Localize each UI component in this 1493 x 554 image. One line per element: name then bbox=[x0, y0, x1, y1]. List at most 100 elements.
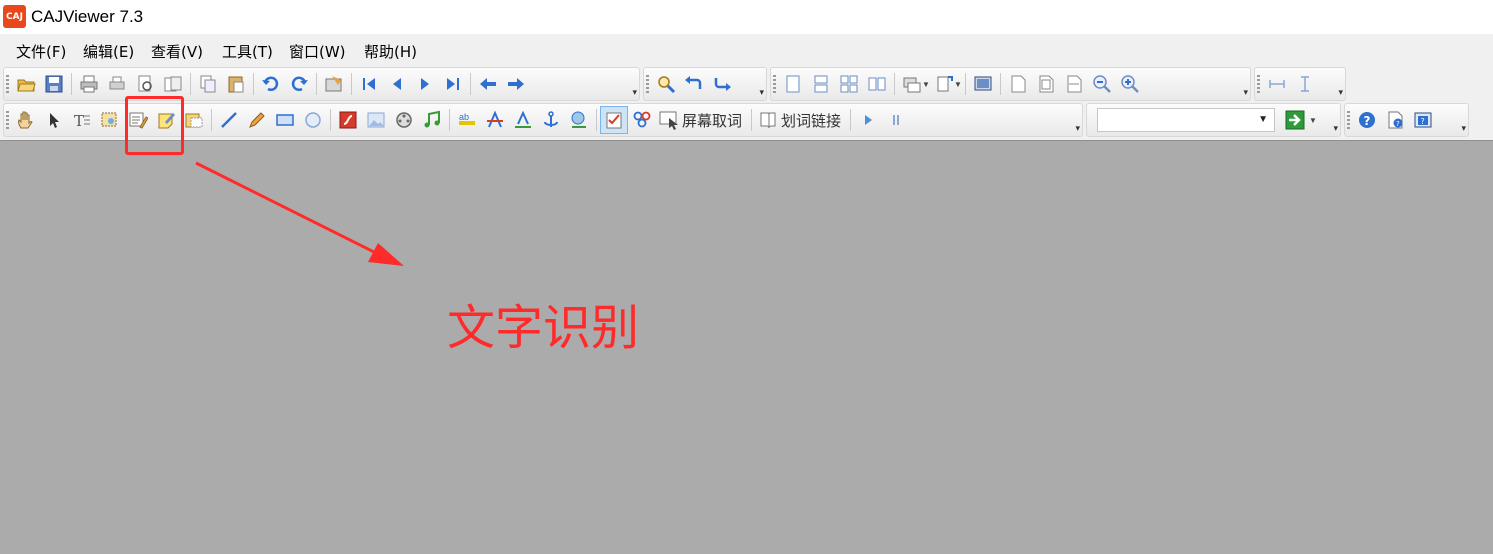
toolbar-area: ▾ ▾ ▼ ▼ ▾ ▾ T ab 屏幕取词 划词链接 ▾ ▼ ▼ ▾ ? ? ?… bbox=[0, 66, 1493, 140]
menu-file[interactable]: 文件(F) bbox=[16, 41, 66, 62]
checklist-icon[interactable] bbox=[600, 106, 628, 134]
print-setup-icon[interactable] bbox=[103, 70, 131, 98]
toolbar-options-icon[interactable]: ▾ bbox=[632, 88, 637, 97]
find-previous-icon[interactable] bbox=[680, 70, 708, 98]
help-icon[interactable]: ? bbox=[1353, 106, 1381, 134]
rectangle-icon[interactable] bbox=[271, 106, 299, 134]
zoom-in-icon[interactable] bbox=[1116, 70, 1144, 98]
pause-icon[interactable] bbox=[882, 106, 910, 134]
print-preview-icon[interactable] bbox=[131, 70, 159, 98]
menu-edit[interactable]: 编辑(E) bbox=[83, 41, 134, 62]
about-icon[interactable]: ? bbox=[1409, 106, 1437, 134]
fit-page-icon[interactable] bbox=[1032, 70, 1060, 98]
toolbar-options-icon[interactable]: ▾ bbox=[1461, 124, 1466, 133]
toolbar-options-icon[interactable]: ▾ bbox=[1333, 124, 1338, 133]
toolbar-separator bbox=[190, 73, 191, 95]
chevron-down-icon[interactable]: ▼ bbox=[954, 80, 962, 89]
video-reel-icon[interactable] bbox=[390, 106, 418, 134]
toolbar-options-icon[interactable]: ▾ bbox=[1243, 88, 1248, 97]
zoom-out-icon[interactable] bbox=[1088, 70, 1116, 98]
continuous-page-icon[interactable] bbox=[807, 70, 835, 98]
play-icon[interactable] bbox=[854, 106, 882, 134]
redo-icon[interactable] bbox=[285, 70, 313, 98]
word-link-button[interactable]: 划词链接 bbox=[755, 109, 847, 131]
single-page-icon[interactable] bbox=[779, 70, 807, 98]
annotation-label: 文字识别 bbox=[447, 300, 640, 356]
print-icon[interactable] bbox=[75, 70, 103, 98]
toolbar-options-icon[interactable]: ▾ bbox=[1075, 124, 1080, 133]
search-combo[interactable]: ▼ bbox=[1097, 108, 1275, 132]
select-image-icon[interactable] bbox=[96, 106, 124, 134]
underline-icon[interactable] bbox=[509, 106, 537, 134]
toolbar-grip[interactable] bbox=[6, 111, 9, 131]
snapshot-icon[interactable] bbox=[180, 106, 208, 134]
pencil-icon[interactable] bbox=[243, 106, 271, 134]
anchor-icon[interactable] bbox=[537, 106, 565, 134]
toolbar-options-icon[interactable]: ▾ bbox=[1338, 88, 1343, 97]
knowledge-network-icon[interactable] bbox=[565, 106, 593, 134]
title-bar: CAJ CAJViewer 7.3 bbox=[0, 0, 1493, 34]
audio-icon[interactable] bbox=[418, 106, 446, 134]
flash-icon[interactable] bbox=[334, 106, 362, 134]
forward-icon[interactable] bbox=[502, 70, 530, 98]
horizontal-measure-icon[interactable] bbox=[1263, 70, 1291, 98]
first-page-icon[interactable] bbox=[355, 70, 383, 98]
menu-view[interactable]: 查看(V) bbox=[151, 41, 203, 62]
highlight-text-icon[interactable]: ab bbox=[453, 106, 481, 134]
toolbar-grip[interactable] bbox=[646, 75, 649, 95]
hand-tool-icon[interactable] bbox=[12, 106, 40, 134]
toolbar-grip[interactable] bbox=[1347, 111, 1350, 131]
toolbar-grip[interactable] bbox=[773, 75, 776, 95]
open-icon[interactable] bbox=[12, 70, 40, 98]
menu-window[interactable]: 窗口(W) bbox=[289, 41, 346, 62]
toolbar-options-icon[interactable]: ▾ bbox=[759, 88, 764, 97]
screen-word-button[interactable]: 屏幕取词 bbox=[656, 109, 748, 131]
toolbar-separator bbox=[596, 109, 597, 131]
menu-tools[interactable]: 工具(T) bbox=[222, 41, 273, 62]
context-help-icon[interactable]: ? bbox=[1381, 106, 1409, 134]
document-properties-icon[interactable] bbox=[320, 70, 348, 98]
vertical-measure-icon[interactable] bbox=[1291, 70, 1319, 98]
full-screen-icon[interactable] bbox=[969, 70, 997, 98]
menu-bar: 文件(F) 编辑(E) 查看(V) 工具(T) 窗口(W) 帮助(H) bbox=[0, 34, 1493, 66]
back-icon[interactable] bbox=[474, 70, 502, 98]
image-icon[interactable] bbox=[362, 106, 390, 134]
chevron-down-icon[interactable]: ▼ bbox=[1258, 114, 1268, 125]
link-network-icon[interactable] bbox=[628, 106, 656, 134]
select-text-icon[interactable]: T bbox=[68, 106, 96, 134]
toolbar-separator bbox=[351, 73, 352, 95]
toolbar-separator bbox=[449, 109, 450, 131]
properties-icon[interactable] bbox=[159, 70, 187, 98]
actual-size-icon[interactable] bbox=[1004, 70, 1032, 98]
facing-pages-icon[interactable] bbox=[863, 70, 891, 98]
document-workspace[interactable] bbox=[0, 140, 1493, 554]
toolbar-grip[interactable] bbox=[6, 75, 9, 95]
toolbar-separator bbox=[470, 73, 471, 95]
find-icon[interactable] bbox=[652, 70, 680, 98]
view-toolbar: ▼ ▼ ▾ bbox=[770, 67, 1251, 101]
strikethrough-icon[interactable] bbox=[481, 106, 509, 134]
go-icon[interactable] bbox=[1281, 106, 1309, 134]
toolbar-separator bbox=[71, 73, 72, 95]
fit-width-icon[interactable] bbox=[1060, 70, 1088, 98]
last-page-icon[interactable] bbox=[439, 70, 467, 98]
paste-icon[interactable] bbox=[222, 70, 250, 98]
next-page-icon[interactable] bbox=[411, 70, 439, 98]
chevron-down-icon[interactable]: ▼ bbox=[1309, 116, 1317, 125]
chevron-down-icon[interactable]: ▼ bbox=[922, 80, 930, 89]
continuous-facing-icon[interactable] bbox=[835, 70, 863, 98]
select-arrow-icon[interactable] bbox=[40, 106, 68, 134]
find-next-icon[interactable] bbox=[708, 70, 736, 98]
copy-icon[interactable] bbox=[194, 70, 222, 98]
previous-page-icon[interactable] bbox=[383, 70, 411, 98]
save-icon[interactable] bbox=[40, 70, 68, 98]
straight-line-icon[interactable] bbox=[215, 106, 243, 134]
svg-text:T: T bbox=[74, 112, 84, 130]
toolbar-grip[interactable] bbox=[1257, 75, 1260, 95]
undo-icon[interactable] bbox=[257, 70, 285, 98]
word-link-icon bbox=[760, 112, 776, 129]
toolbar-separator bbox=[965, 73, 966, 95]
ellipse-icon[interactable] bbox=[299, 106, 327, 134]
toolbar-separator bbox=[894, 73, 895, 95]
menu-help[interactable]: 帮助(H) bbox=[364, 41, 417, 62]
